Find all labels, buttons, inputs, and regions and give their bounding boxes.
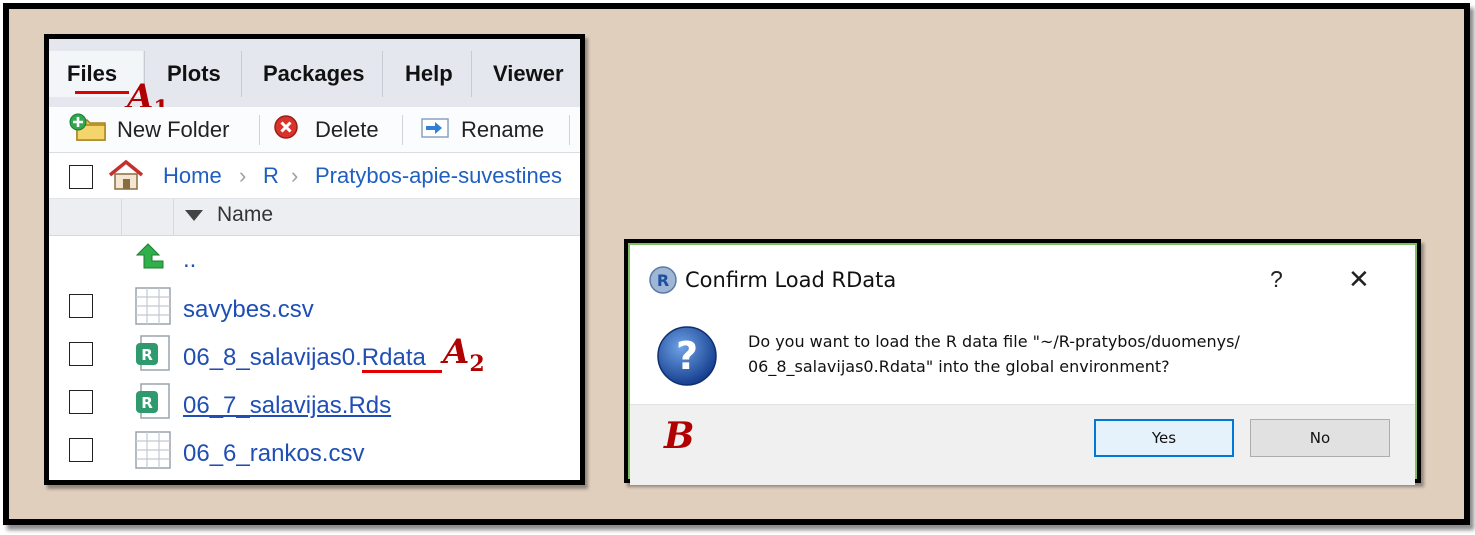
name-column-header[interactable]: Name: [185, 203, 273, 227]
new-folder-icon: [69, 112, 109, 148]
tab-divider: [241, 51, 242, 97]
tab-files-label: Files: [67, 61, 118, 86]
tab-packages[interactable]: Packages: [245, 51, 381, 97]
svg-text:?: ?: [676, 334, 698, 378]
annotation-a2: A2: [443, 332, 485, 377]
tab-viewer[interactable]: Viewer: [475, 51, 580, 97]
rdata-ext-underline: [362, 370, 442, 373]
name-column-label: Name: [217, 203, 274, 226]
tab-packages-label: Packages: [263, 61, 365, 86]
svg-text:R: R: [657, 271, 669, 290]
up-arrow-icon: [135, 242, 165, 279]
delete-label: Delete: [315, 117, 379, 142]
dialog-footer: B Yes No: [630, 404, 1415, 485]
file-checkbox[interactable]: [69, 342, 93, 366]
rename-button[interactable]: Rename: [417, 107, 544, 153]
file-row: R 06_7_salavijas.Rds: [49, 380, 580, 426]
breadcrumb-home[interactable]: Home: [163, 163, 222, 189]
question-icon: ?: [656, 325, 718, 392]
tab-help-label: Help: [405, 61, 453, 86]
parent-dir-row[interactable]: ..: [49, 236, 580, 282]
select-all-checkbox[interactable]: [69, 165, 93, 189]
breadcrumb-folder[interactable]: Pratybos-apie-suvestines: [315, 163, 562, 189]
annotation-a2-sub: 2: [469, 350, 485, 377]
rds-file-icon: R: [135, 383, 171, 426]
rdata-file-icon: R: [135, 335, 171, 378]
toolbar-divider: [259, 115, 260, 145]
file-link-savybes[interactable]: savybes.csv: [183, 296, 314, 324]
file-checkbox[interactable]: [69, 294, 93, 318]
breadcrumb-separator-icon: ›: [291, 163, 299, 188]
dialog-body: R Confirm Load RData ? ✕ ? Do you want t…: [628, 243, 1417, 485]
breadcrumb-r[interactable]: R: [263, 163, 279, 189]
file-name-ext: Rdata: [361, 344, 426, 371]
header-divider: [173, 199, 174, 236]
delete-button[interactable]: Delete: [273, 107, 379, 153]
tab-help[interactable]: Help: [387, 51, 469, 97]
help-button[interactable]: ?: [1270, 266, 1283, 293]
toolbar-divider: [402, 115, 403, 145]
dialog-message-line-1: Do you want to load the R data file "~/R…: [748, 332, 1240, 351]
rename-icon: [417, 113, 453, 147]
tab-plots-label: Plots: [167, 61, 221, 86]
r-logo-icon: R: [648, 265, 678, 300]
delete-icon: [273, 114, 299, 146]
dialog-message-line-2: 06_8_salavijas0.Rdata" into the global e…: [748, 357, 1170, 376]
file-row: R 06_8_salavijas0.Rdata A2: [49, 332, 580, 378]
breadcrumb: Home › R › Pratybos-apie-suvestines: [49, 153, 580, 199]
file-row: 06_6_rankos.csv: [49, 428, 580, 474]
file-name-base: 06_8_salavijas0.: [183, 344, 362, 371]
files-pane: Files Plots Packages Help Viewer A1: [44, 34, 585, 485]
tab-divider: [471, 51, 472, 97]
new-folder-button[interactable]: New Folder: [69, 107, 229, 153]
svg-text:R: R: [141, 394, 153, 412]
tab-viewer-label: Viewer: [493, 61, 564, 86]
home-icon[interactable]: [107, 159, 145, 196]
files-toolbar: New Folder Delete Rename: [49, 107, 580, 153]
column-header-row: Name: [49, 199, 580, 236]
file-link-rdata[interactable]: 06_8_salavijas0.Rdata: [183, 344, 426, 372]
close-icon[interactable]: ✕: [1348, 264, 1370, 295]
file-row: savybes.csv: [49, 284, 580, 330]
file-link-rankos[interactable]: 06_6_rankos.csv: [183, 440, 364, 468]
rename-label: Rename: [461, 117, 545, 142]
confirm-load-dialog: R Confirm Load RData ? ✕ ? Do you want t…: [624, 239, 1421, 485]
annotation-a2-letter: A: [443, 332, 470, 372]
toolbar-divider: [569, 115, 570, 145]
no-button[interactable]: No: [1250, 419, 1390, 457]
parent-dir-link[interactable]: ..: [183, 246, 196, 274]
csv-file-icon: [135, 287, 171, 330]
file-checkbox[interactable]: [69, 390, 93, 414]
new-folder-label: New Folder: [117, 117, 230, 142]
header-divider: [121, 199, 122, 236]
files-tab-underline: [75, 91, 129, 94]
annotation-b: B: [664, 415, 695, 457]
file-checkbox[interactable]: [69, 438, 93, 462]
dialog-title: Confirm Load RData: [685, 268, 897, 292]
yes-button[interactable]: Yes: [1094, 419, 1234, 457]
file-link-rds[interactable]: 06_7_salavijas.Rds: [183, 392, 391, 420]
svg-text:R: R: [141, 346, 153, 364]
dialog-message: Do you want to load the R data file "~/R…: [748, 329, 1308, 379]
breadcrumb-separator-icon: ›: [239, 163, 247, 188]
csv-file-icon: [135, 431, 171, 474]
tab-divider: [382, 51, 383, 97]
sort-desc-icon: [185, 209, 203, 221]
